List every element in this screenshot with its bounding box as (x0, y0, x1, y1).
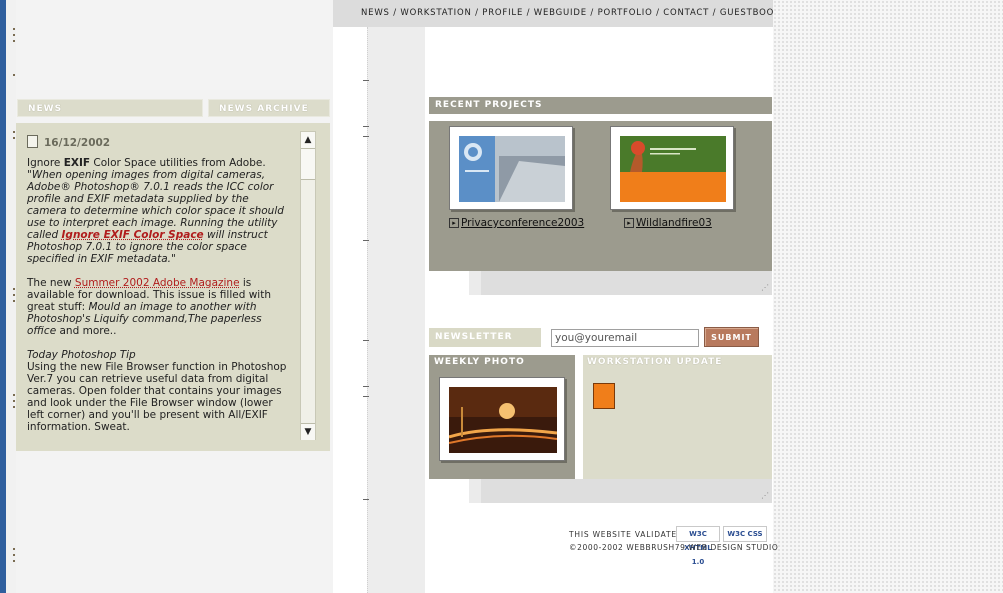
nav-webguide[interactable]: WEBGUIDE (534, 8, 587, 18)
ruler-tick (363, 499, 369, 500)
adobe-magazine-link[interactable]: Summer 2002 Adobe Magazine (75, 277, 240, 289)
photo-footer-bar: ⋰ (481, 479, 772, 503)
tab-news[interactable]: NEWS (17, 99, 203, 117)
news-date: 16/12/2002 (44, 137, 111, 149)
weekly-photo-thumbnail[interactable] (439, 377, 565, 461)
nav-separator: / (709, 8, 720, 18)
news-paragraph-1: Ignore EXIF Color Space utilities from A… (27, 157, 287, 265)
arrow-right-icon: ▸ (624, 218, 634, 228)
ruler-tick (363, 240, 369, 241)
news-text: The new (27, 277, 75, 289)
nav-separator: / (586, 8, 598, 18)
news-box: 16/12/2002 Ignore EXIF Color Space utili… (16, 123, 330, 451)
nav-news[interactable]: NEWS (361, 8, 390, 18)
nav-profile[interactable]: PROFILE (482, 8, 523, 18)
tip-title: Today Photoshop Tip (27, 349, 136, 361)
photo-footer-bar-edge (469, 479, 481, 503)
xhtml-badge[interactable]: W3C XHTML 1.0 (676, 526, 720, 566)
ruler-tick (363, 396, 369, 397)
nav-separator: / (652, 8, 664, 18)
news-scrollbar[interactable]: ▲ ▼ (300, 131, 316, 440)
css-badge[interactable]: W3C CSS (723, 526, 767, 542)
resize-grip-icon: ⋰ (761, 491, 769, 500)
scroll-thumb[interactable] (301, 149, 315, 180)
nav-separator: / (523, 8, 534, 18)
news-text: Color Space utilities from Adobe. (90, 157, 266, 169)
ruler-tick (363, 126, 369, 127)
ignore-exif-link[interactable]: Ignore EXIF Color Space (62, 229, 204, 241)
nav-portfolio[interactable]: PORTFOLIO (598, 8, 653, 18)
project-link-wildland[interactable]: ▸ Wildlandfire03 (624, 217, 712, 229)
weekly-photo-box: WEEKLY PHOTO (429, 355, 575, 479)
newsletter-label: NEWSLETTER (429, 328, 541, 347)
recent-projects-header: RECENT PROJECTS (429, 97, 772, 114)
tip-body: Using the new File Browser function in P… (27, 361, 287, 433)
nav-contact[interactable]: CONTACT (663, 8, 709, 18)
resize-grip-icon: ⋰ (761, 283, 769, 292)
news-date-row: 16/12/2002 (27, 135, 287, 149)
weekly-photo-title: WEEKLY PHOTO (434, 357, 525, 367)
ruler-tick (363, 136, 369, 137)
ruler-tick (363, 80, 369, 81)
workstation-update-box: WORKSTATION UPDATE (583, 355, 772, 479)
project-label: Wildlandfire03 (636, 217, 712, 229)
arrow-right-icon: ▸ (449, 218, 459, 228)
news-content: 16/12/2002 Ignore EXIF Color Space utili… (27, 135, 287, 445)
newsletter-submit-button[interactable]: SUBMIT (704, 327, 759, 347)
top-navigation: NEWS / WORKSTATION / PROFILE / WEBGUIDE … (333, 0, 780, 27)
nav-guestbook[interactable]: GUESTBOOK (720, 8, 781, 18)
news-paragraph-2: The new Summer 2002 Adobe Magazine is av… (27, 277, 287, 337)
projects-footer-bar: ⋰ (481, 271, 772, 295)
left-dotted-stripe (6, 0, 16, 593)
projects-footer-bar-edge (469, 271, 481, 295)
project-link-privacy[interactable]: ▸ Privacyconference2003 (449, 217, 584, 229)
document-icon (27, 135, 38, 148)
news-paragraph-3: Today Photoshop Tip Using the new File B… (27, 349, 287, 433)
wildland-fire-image (620, 136, 726, 202)
news-text-bold: EXIF (63, 157, 91, 169)
scroll-down-button[interactable]: ▼ (301, 423, 315, 440)
recent-projects-box: ▸ Privacyconference2003 ▸ Wildlandfire03 (429, 121, 772, 271)
project-thumbnail-wildland[interactable] (610, 126, 734, 210)
right-pattern-background (773, 0, 1003, 593)
privacy-conference-image (459, 136, 565, 202)
ruler-tick (363, 340, 369, 341)
news-text: Ignore (27, 157, 64, 169)
nav-separator: / (471, 8, 483, 18)
project-label: Privacyconference2003 (461, 217, 585, 229)
gray-column (367, 27, 425, 593)
night-street-photo (449, 387, 557, 453)
news-text: and more.. (56, 325, 117, 337)
document-file-icon[interactable] (593, 383, 615, 409)
scroll-up-button[interactable]: ▲ (301, 132, 315, 149)
project-thumbnail-privacy[interactable] (449, 126, 573, 210)
validates-text: THIS WEBSITE VALIDATES (569, 530, 683, 539)
tab-news-archive[interactable]: NEWS ARCHIVE (208, 99, 330, 117)
workstation-update-title: WORKSTATION UPDATE (587, 357, 723, 367)
nav-separator: / (389, 8, 401, 18)
copyright-text: ©2000-2002 WEBBRUSH79-WEB DESIGN STUDIO (569, 543, 779, 552)
newsletter-email-input[interactable] (551, 329, 699, 347)
nav-workstation[interactable]: WORKSTATION (400, 8, 471, 18)
ruler-tick (363, 386, 369, 387)
